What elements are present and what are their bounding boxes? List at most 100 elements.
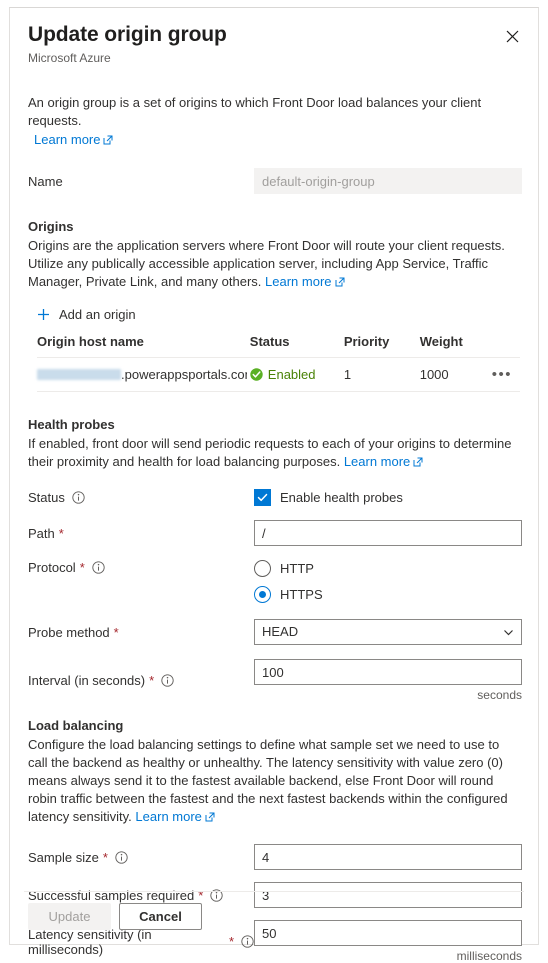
path-field-wrap bbox=[254, 520, 522, 546]
status-row: Status Enable health probes bbox=[28, 489, 520, 506]
cell-weight: 1000 bbox=[419, 357, 492, 392]
radio-selected-icon bbox=[254, 586, 271, 603]
column-header-weight[interactable]: Weight bbox=[419, 334, 492, 358]
close-icon[interactable] bbox=[496, 20, 528, 52]
successful-samples-input[interactable] bbox=[254, 882, 522, 908]
interval-unit-label: seconds bbox=[477, 688, 522, 702]
status-label: Enabled bbox=[267, 367, 316, 382]
status-badge: Enabled bbox=[250, 367, 344, 382]
sample-size-input[interactable] bbox=[254, 844, 522, 870]
latency-field-wrap: milliseconds bbox=[254, 920, 522, 963]
info-icon[interactable] bbox=[92, 561, 105, 574]
latency-unit-label: milliseconds bbox=[456, 949, 522, 963]
interval-field-wrap: seconds bbox=[254, 659, 522, 702]
redacted-hostname-prefix bbox=[37, 369, 121, 380]
name-label: Name bbox=[28, 173, 63, 189]
enable-health-probes-row[interactable]: Enable health probes bbox=[254, 489, 520, 506]
path-row: Path * bbox=[28, 520, 522, 546]
origins-learn-more-link[interactable]: Learn more bbox=[265, 274, 331, 289]
latency-label-wrap: Latency sensitivity (in milliseconds) * bbox=[28, 927, 254, 957]
protocol-radio-group: HTTP HTTPS bbox=[254, 560, 520, 603]
radio-unselected-icon bbox=[254, 560, 271, 577]
update-origin-group-panel: Update origin group Microsoft Azure An o… bbox=[9, 7, 539, 963]
name-row: Name bbox=[28, 168, 522, 194]
required-asterisk: * bbox=[58, 525, 64, 541]
info-icon[interactable] bbox=[161, 674, 174, 687]
latency-sensitivity-input[interactable] bbox=[254, 920, 522, 946]
interval-label-wrap: Interval (in seconds) * bbox=[28, 673, 254, 688]
panel-header: Update origin group Microsoft Azure bbox=[10, 8, 538, 66]
required-asterisk: * bbox=[149, 673, 155, 688]
external-link-icon bbox=[103, 135, 113, 145]
chevron-down-icon bbox=[503, 627, 514, 638]
info-icon[interactable] bbox=[241, 935, 254, 948]
column-header-status[interactable]: Status bbox=[249, 334, 344, 358]
health-probes-section: Health probes If enabled, front door wil… bbox=[28, 416, 522, 702]
load-balancing-learn-more-link[interactable]: Learn more bbox=[135, 809, 201, 824]
external-link-icon bbox=[335, 277, 345, 287]
health-probes-description: If enabled, front door will send periodi… bbox=[28, 435, 520, 471]
interval-input[interactable] bbox=[254, 659, 522, 685]
intro-sentence: An origin group is a set of origins to w… bbox=[28, 95, 482, 128]
health-probes-description-text: If enabled, front door will send periodi… bbox=[28, 436, 512, 469]
protocol-option-label: HTTP bbox=[280, 561, 314, 576]
required-asterisk: * bbox=[79, 560, 85, 575]
probe-method-label-wrap: Probe method * bbox=[28, 625, 254, 640]
more-options-icon[interactable]: ••• bbox=[492, 367, 512, 382]
protocol-radio-http[interactable]: HTTP bbox=[254, 560, 520, 577]
path-input[interactable] bbox=[254, 520, 522, 546]
page-subtitle: Microsoft Azure bbox=[28, 51, 111, 65]
load-balancing-description: Configure the load balancing settings to… bbox=[28, 736, 520, 826]
cell-origin-host-name: .powerappsportals.com bbox=[37, 357, 250, 392]
cell-status: Enabled bbox=[249, 357, 344, 392]
column-header-origin-host-name[interactable]: Origin host name bbox=[37, 334, 250, 358]
add-an-origin-button[interactable]: Add an origin bbox=[37, 307, 136, 322]
cell-priority: 1 bbox=[343, 357, 420, 392]
footer-actions: Update Cancel bbox=[28, 903, 202, 930]
origin-host-suffix: .powerappsportals.com bbox=[121, 367, 247, 382]
path-label: Path bbox=[28, 525, 55, 541]
external-link-icon bbox=[413, 457, 423, 467]
page-title: Update origin group bbox=[28, 23, 227, 46]
protocol-row: Protocol * HTTP HTTPS bbox=[28, 560, 520, 603]
required-asterisk: * bbox=[113, 624, 119, 640]
column-header-priority[interactable]: Priority bbox=[343, 334, 420, 358]
health-probes-learn-more-link[interactable]: Learn more bbox=[344, 454, 410, 469]
name-label-wrap: Name bbox=[28, 174, 254, 189]
protocol-field-wrap: HTTP HTTPS bbox=[254, 560, 520, 603]
status-field-wrap: Enable health probes bbox=[254, 489, 520, 506]
external-link-icon bbox=[205, 812, 215, 822]
probe-method-value: HEAD bbox=[262, 624, 299, 639]
panel-body: An origin group is a set of origins to w… bbox=[10, 94, 538, 963]
load-balancing-description-text: Configure the load balancing settings to… bbox=[28, 737, 508, 824]
update-button[interactable]: Update bbox=[28, 903, 111, 930]
successful-samples-label: Successful samples required bbox=[28, 887, 195, 903]
sample-size-label-wrap: Sample size * bbox=[28, 850, 254, 865]
protocol-label: Protocol bbox=[28, 560, 76, 575]
info-icon[interactable] bbox=[72, 491, 85, 504]
enable-health-probes-checkbox[interactable] bbox=[254, 489, 271, 506]
intro-learn-more-link[interactable]: Learn more bbox=[34, 132, 100, 147]
cancel-button[interactable]: Cancel bbox=[119, 903, 202, 930]
probe-status-label: Status bbox=[28, 490, 65, 505]
successful-samples-field-wrap bbox=[254, 882, 522, 908]
cell-actions: ••• bbox=[491, 357, 520, 392]
sample-size-field-wrap bbox=[254, 844, 522, 870]
intro-learn-more-wrap: Learn more bbox=[28, 131, 520, 149]
table-header-row: Origin host name Status Priority Weight bbox=[37, 334, 520, 358]
protocol-radio-https[interactable]: HTTPS bbox=[254, 586, 520, 603]
check-circle-icon bbox=[250, 368, 263, 381]
info-icon[interactable] bbox=[115, 850, 128, 864]
probe-method-row: Probe method * HEAD bbox=[28, 619, 522, 645]
add-an-origin-label: Add an origin bbox=[59, 307, 136, 322]
footer-divider bbox=[24, 891, 524, 892]
probe-method-select[interactable]: HEAD bbox=[254, 619, 522, 645]
name-field-wrap bbox=[254, 168, 522, 194]
enable-health-probes-label[interactable]: Enable health probes bbox=[280, 490, 403, 505]
name-input bbox=[254, 168, 522, 194]
probe-method-label: Probe method bbox=[28, 624, 110, 640]
table-row[interactable]: .powerappsportals.com Enabled 1 1000 ••• bbox=[37, 357, 520, 392]
required-asterisk: * bbox=[102, 849, 108, 865]
health-probes-title: Health probes bbox=[28, 417, 115, 432]
latency-sensitivity-label: Latency sensitivity (in milliseconds) bbox=[28, 926, 152, 957]
